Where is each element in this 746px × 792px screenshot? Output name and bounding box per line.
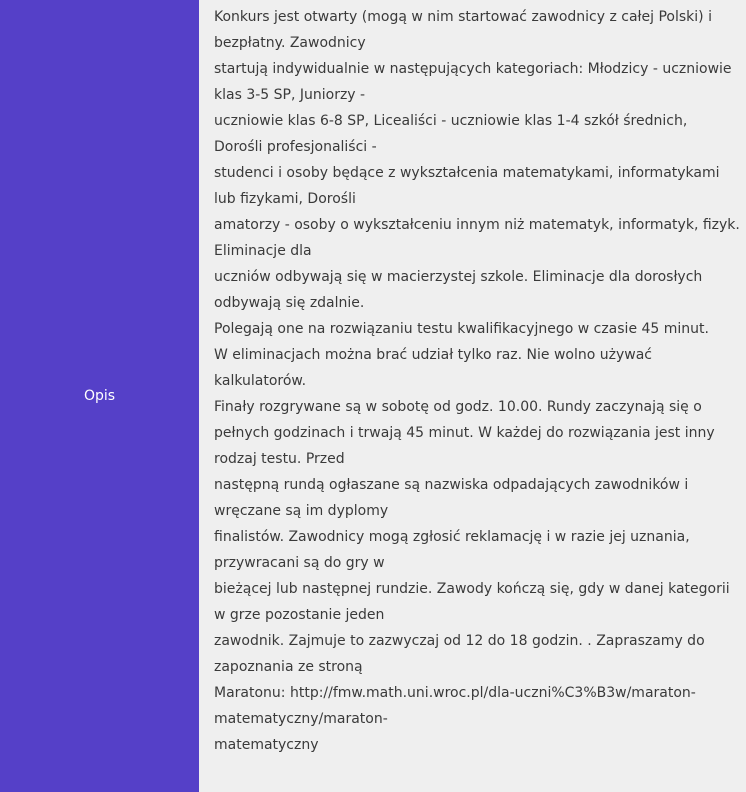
description-line: startują indywidualnie w następujących k… — [214, 61, 732, 103]
description-line: zawodnik. Zajmuje to zazwyczaj od 12 do … — [214, 633, 705, 675]
description-text: Konkurs jest otwarty (mogą w nim startow… — [199, 0, 746, 792]
description-line: uczniów odbywają się w macierzystej szko… — [214, 269, 703, 311]
description-line: Konkurs jest otwarty (mogą w nim startow… — [214, 9, 712, 51]
description-label: Opis — [83, 388, 116, 404]
description-line: uczniowie klas 6-8 SP, Licealiści - uczn… — [214, 113, 688, 155]
description-line: finalistów. Zawodnicy mogą zgłosić rekla… — [214, 529, 690, 571]
description-line: matematyczny — [214, 737, 319, 753]
description-line: Finały rozgrywane są w sobotę od godz. 1… — [214, 399, 702, 415]
description-line: Maratonu: http://fmw.math.uni.wroc.pl/dl… — [214, 685, 696, 727]
description-line: następną rundą ogłaszane są nazwiska odp… — [214, 477, 689, 519]
description-line: W eliminacjach można brać udział tylko r… — [214, 347, 653, 389]
description-line: Polegają one na rozwiązaniu testu kwalif… — [214, 321, 709, 337]
description-line: amatorzy - osoby o wykształceniu innym n… — [214, 217, 740, 259]
description-line: pełnych godzinach i trwają 45 minut. W k… — [214, 425, 715, 467]
description-row: Opis Konkurs jest otwarty (mogą w nim st… — [0, 0, 746, 792]
description-label-cell: Opis — [0, 0, 199, 792]
description-line: bieżącej lub następnej rundzie. Zawody k… — [214, 581, 730, 623]
description-line: studenci i osoby będące z wykształcenia … — [214, 165, 720, 207]
